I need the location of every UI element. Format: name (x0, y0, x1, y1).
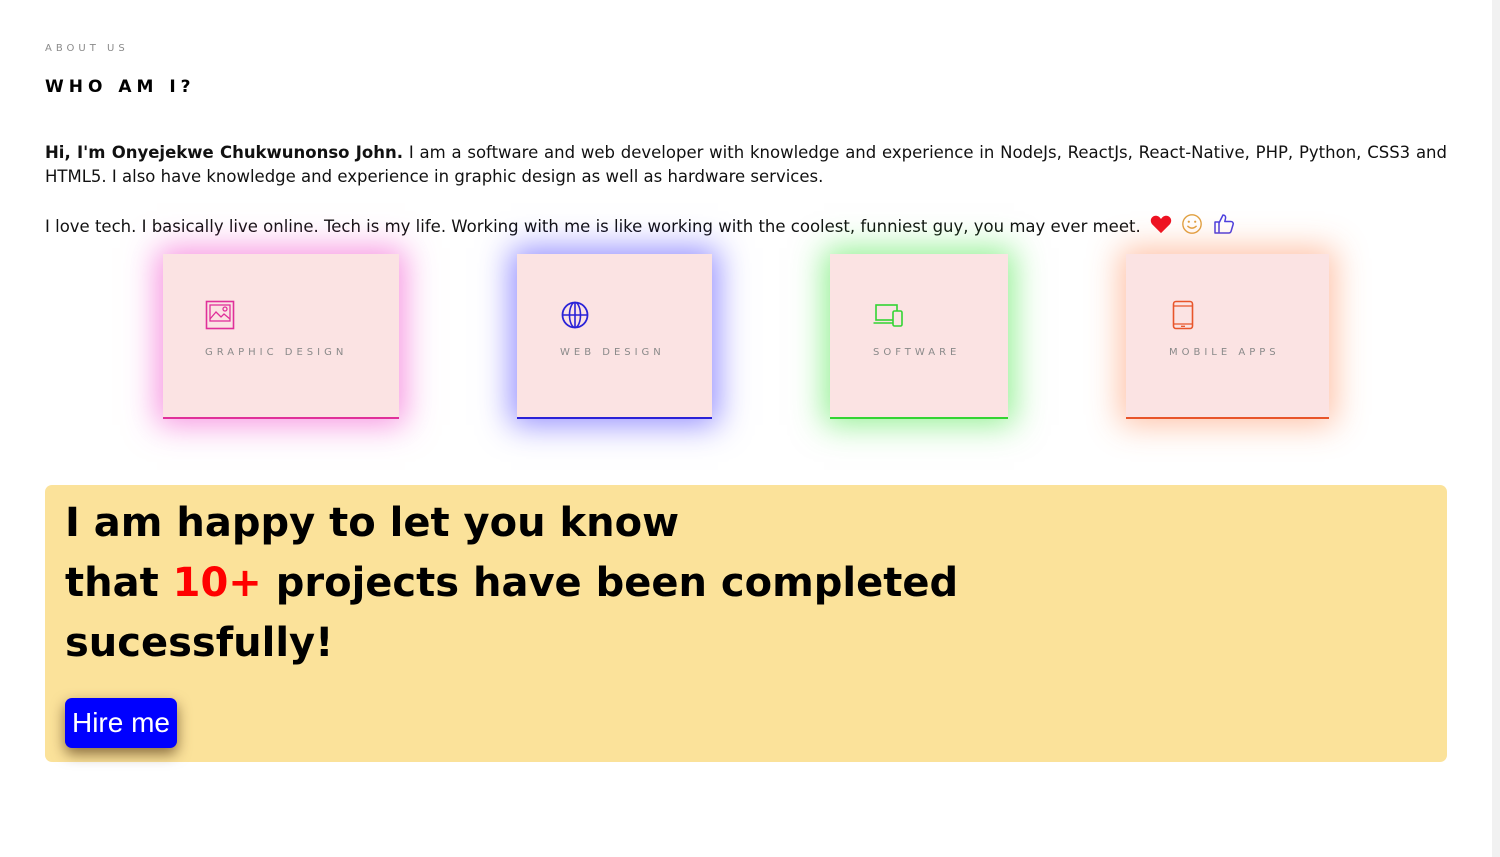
love-paragraph: I love tech. I basically live online. Te… (45, 212, 1447, 243)
hire-me-button[interactable]: Hire me (65, 698, 177, 748)
service-label: SOFTWARE (873, 347, 961, 358)
service-label: WEB DESIGN (560, 347, 665, 358)
love-text: I love tech. I basically live online. Te… (45, 217, 1141, 236)
section-title: WHO AM I? (45, 77, 196, 97)
projects-banner: I am happy to let you know that 10+ proj… (45, 485, 1447, 762)
card-accent-bar (1126, 417, 1329, 419)
page-scrollbar[interactable] (1492, 0, 1500, 857)
card-accent-bar (163, 417, 399, 419)
headline-line-3: sucessfully! (65, 620, 334, 666)
service-card-web-design[interactable]: WEB DESIGN (517, 254, 712, 419)
project-count: 10+ (172, 560, 262, 606)
service-card-software[interactable]: SOFTWARE (830, 254, 1008, 419)
headline-line-2: that 10+ projects have been completed (65, 560, 959, 606)
projects-headline: I am happy to let you know that 10+ proj… (65, 493, 958, 673)
thumbs-up-icon (1212, 212, 1236, 243)
card-accent-bar (830, 417, 1008, 419)
intro-paragraph: Hi, I'm Onyejekwe Chukwunonso John. I am… (45, 141, 1447, 189)
service-label: GRAPHIC DESIGN (205, 347, 348, 358)
globe-icon (560, 300, 590, 330)
service-card-mobile-apps[interactable]: MOBILE APPS (1126, 254, 1329, 419)
tablet-icon (1171, 300, 1201, 330)
intro-name: Hi, I'm Onyejekwe Chukwunonso John. (45, 143, 404, 162)
image-icon (205, 300, 235, 330)
section-eyebrow: ABOUT US (45, 43, 129, 54)
smile-icon (1181, 213, 1203, 242)
service-label: MOBILE APPS (1169, 347, 1280, 358)
heart-icon (1150, 214, 1172, 241)
service-card-graphic-design[interactable]: GRAPHIC DESIGN (163, 254, 399, 419)
card-accent-bar (517, 417, 712, 419)
devices-icon (873, 300, 903, 330)
headline-line-1: I am happy to let you know (65, 500, 680, 546)
